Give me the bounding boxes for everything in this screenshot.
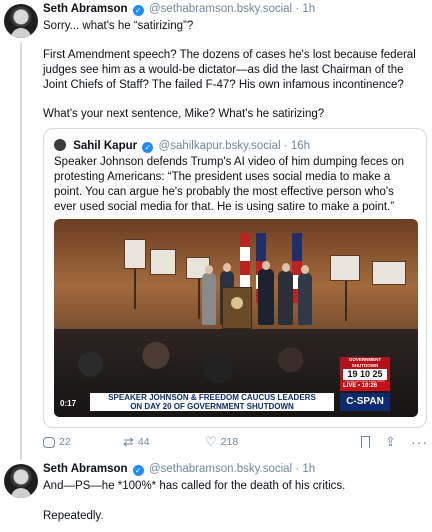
thread-connector-line xyxy=(20,42,22,460)
video-duration: 0:17 xyxy=(60,399,77,408)
post-paragraph-2: Repeatedly. xyxy=(43,510,104,522)
bookmark-button[interactable] xyxy=(361,436,370,448)
post-header: Seth Abramson ✓ @sethabramson.bsky.socia… xyxy=(43,463,315,476)
post-actions: 22 ⇄ 44 ♡ 218 ⇪ ··· xyxy=(43,434,428,454)
quoted-author-handle[interactable]: @sahilkapur.bsky.social xyxy=(159,140,281,152)
repost-count: 44 xyxy=(137,436,150,448)
person-head xyxy=(262,261,270,270)
easel xyxy=(345,281,347,321)
quoted-post-text: Speaker Johnson defends Trump's AI video… xyxy=(54,156,404,213)
person xyxy=(278,271,293,325)
verified-check-icon: ✓ xyxy=(132,5,144,16)
reply-count: 22 xyxy=(59,436,71,448)
person xyxy=(298,273,312,325)
network-logo: C-SPAN xyxy=(340,393,390,411)
reply-button[interactable]: 22 xyxy=(43,436,71,448)
author-handle[interactable]: @sethabramson.bsky.social xyxy=(149,463,292,475)
share-button[interactable]: ⇪ xyxy=(385,434,396,449)
repost-button[interactable]: ⇄ 44 xyxy=(123,434,150,449)
easel xyxy=(198,279,200,319)
person-head xyxy=(205,265,213,274)
speaker-seal xyxy=(231,297,243,309)
video-player[interactable]: GOVERNMENT SHUTDOWN 19 10 25 DAYS HOURS … xyxy=(54,219,418,417)
heart-icon: ♡ xyxy=(205,434,217,449)
post-paragraph-3: What's your next sentence, Mike? What's … xyxy=(43,108,325,120)
post-time[interactable]: 1h xyxy=(302,3,315,15)
author-name[interactable]: Seth Abramson xyxy=(43,463,128,475)
person-head xyxy=(223,263,231,272)
repost-icon: ⇄ xyxy=(123,434,134,449)
more-options-button[interactable]: ··· xyxy=(411,434,428,450)
avatar[interactable] xyxy=(4,464,38,498)
poster-image xyxy=(124,239,146,269)
chyron-line-1: SPEAKER JOHNSON & FREEDOM CAUCUS LEADERS xyxy=(108,393,316,402)
more-icon: ··· xyxy=(411,434,428,450)
like-count: 218 xyxy=(220,436,239,448)
avatar[interactable] xyxy=(4,4,38,38)
post-header: Seth Abramson ✓ @sethabramson.bsky.socia… xyxy=(43,3,315,16)
quoted-post[interactable]: Sahil Kapur ✓ @sahilkapur.bsky.social · … xyxy=(43,128,427,428)
separator: · xyxy=(283,140,288,152)
person xyxy=(202,273,216,325)
post-paragraph-2: First Amendment speech? The dozens of ca… xyxy=(43,49,416,91)
shutdown-label: GOVERNMENT SHUTDOWN xyxy=(348,357,382,368)
separator: · xyxy=(295,463,300,475)
quoted-post-header: Sahil Kapur ✓ @sahilkapur.bsky.social · … xyxy=(54,139,310,153)
person-head xyxy=(282,263,290,272)
person-head xyxy=(301,265,309,274)
post-time[interactable]: 1h xyxy=(302,463,315,475)
reply-icon xyxy=(43,436,55,448)
author-name[interactable]: Seth Abramson xyxy=(43,3,128,15)
poster-image xyxy=(372,261,406,285)
post-paragraph-1: And—PS—he *100%* has called for the deat… xyxy=(43,480,346,492)
post-paragraph-1: Sorry... what's he “satirizing”? xyxy=(43,20,194,32)
verified-check-icon: ✓ xyxy=(132,465,144,476)
chyron-banner: SPEAKER JOHNSON & FREEDOM CAUCUS LEADERS… xyxy=(90,393,334,411)
bookmark-icon xyxy=(361,436,370,448)
poster-image xyxy=(330,255,360,281)
separator: · xyxy=(295,3,300,15)
poster-image xyxy=(150,249,176,275)
share-icon: ⇪ xyxy=(385,434,396,449)
quoted-author-name[interactable]: Sahil Kapur xyxy=(73,140,137,152)
live-indicator: LIVE • 10:26 xyxy=(340,382,390,391)
person xyxy=(258,269,274,325)
verified-check-icon: ✓ xyxy=(142,142,154,153)
like-button[interactable]: ♡ 218 xyxy=(205,434,239,449)
chyron-line-2: ON DAY 20 OF GOVERNMENT SHUTDOWN xyxy=(130,402,294,411)
shutdown-count: 19 10 25 xyxy=(343,369,387,380)
author-handle[interactable]: @sethabramson.bsky.social xyxy=(149,3,292,15)
quoted-avatar[interactable] xyxy=(54,139,66,151)
quoted-post-time[interactable]: 16h xyxy=(291,140,310,152)
easel xyxy=(134,269,136,309)
